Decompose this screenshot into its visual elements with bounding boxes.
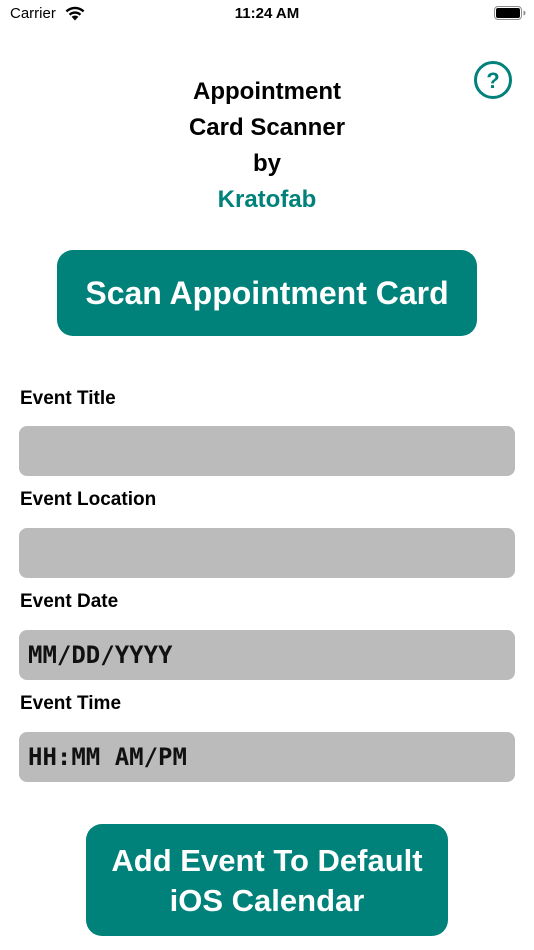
event-date-label: Event Date	[20, 591, 119, 612]
add-event-to-calendar-button[interactable]: Add Event To Default iOS Calendar	[86, 824, 448, 936]
status-time: 11:24 AM	[234, 5, 300, 22]
status-bar: Carrier 11:24 AM	[0, 0, 534, 30]
add-button-line-1: Add Event To Default	[111, 843, 423, 878]
event-title-label: Event Title	[20, 388, 116, 409]
title-line-2: Card Scanner	[188, 114, 346, 141]
event-time-input[interactable]	[19, 732, 515, 782]
brand-name: Kratofab	[217, 186, 317, 213]
title-line-1: Appointment	[193, 78, 341, 105]
event-location-input[interactable]	[19, 528, 515, 578]
event-location-label: Event Location	[20, 489, 157, 510]
event-date-input[interactable]	[19, 630, 515, 680]
event-title-input[interactable]	[19, 426, 515, 476]
event-time-label: Event Time	[20, 693, 122, 714]
add-button-line-2: iOS Calendar	[169, 883, 365, 918]
battery-icon	[494, 6, 526, 20]
title-line-3: by	[252, 150, 281, 177]
scan-appointment-card-button[interactable]: Scan Appointment Card	[57, 250, 477, 336]
app-title: Appointment Card Scanner by Kratofab	[0, 74, 534, 218]
